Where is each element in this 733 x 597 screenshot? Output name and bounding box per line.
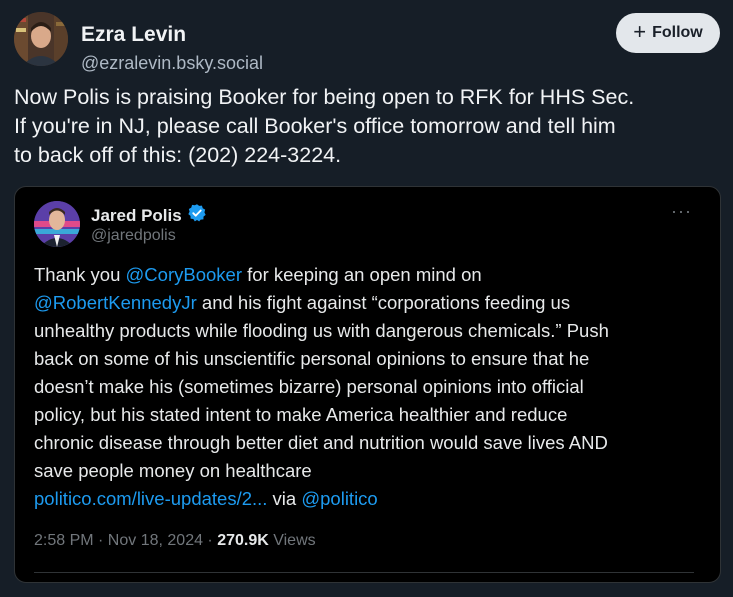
views-label: Views xyxy=(268,532,316,549)
quote-author-name-text: Jared Polis xyxy=(91,205,182,225)
post-text: Now Polis is praising Booker for being o… xyxy=(14,83,719,170)
more-options-icon[interactable]: ··· xyxy=(671,201,692,222)
plus-icon: + xyxy=(633,19,647,44)
quote-body: Thank you @CoryBooker for keeping an ope… xyxy=(34,261,706,513)
quote-author-name[interactable]: Jared Polis xyxy=(91,203,207,228)
views-count: 270.9K xyxy=(217,532,269,549)
post-meta: 2:58 PM · Nov 18, 2024 · 270.9K Views xyxy=(34,532,316,550)
mention-link[interactable]: @RobertKennedyJr xyxy=(34,292,197,313)
post-text-line: Now Polis is praising Booker for being o… xyxy=(14,85,635,109)
quote-line: doesn’t make his (sometimes bizarre) per… xyxy=(34,376,584,397)
author-handle[interactable]: @ezralevin.bsky.social xyxy=(81,53,263,74)
quote-line: chronic disease through better diet and … xyxy=(34,432,608,453)
quote-text: Thank you xyxy=(34,264,126,285)
divider xyxy=(34,572,694,573)
quote-avatar[interactable] xyxy=(34,201,80,247)
post-text-line: If you're in NJ, please call Booker's of… xyxy=(14,114,616,138)
quote-line: back on some of his unscientific persona… xyxy=(34,348,590,369)
follow-label: Follow xyxy=(652,24,703,41)
mention-link[interactable]: @CoryBooker xyxy=(126,264,242,285)
quote-line: Thank you @CoryBooker for keeping an ope… xyxy=(34,261,706,289)
quote-line: policy, but his stated intent to make Am… xyxy=(34,404,568,425)
quote-line: unhealthy products while flooding us wit… xyxy=(34,320,609,341)
verified-icon xyxy=(187,203,207,228)
follow-button[interactable]: + Follow xyxy=(616,13,720,53)
quote-text: for keeping an open mind on xyxy=(242,264,482,285)
post-header: Ezra Levin @ezralevin.bsky.social + Foll… xyxy=(14,12,720,73)
article-link[interactable]: politico.com/live-updates/2... xyxy=(34,488,267,509)
quote-line: politico.com/live-updates/2... via @poli… xyxy=(34,485,706,513)
quote-line: @RobertKennedyJr and his fight against “… xyxy=(34,289,706,317)
avatar[interactable] xyxy=(14,12,68,66)
quote-text: and his fight against “corporations feed… xyxy=(196,292,571,313)
mention-link[interactable]: @politico xyxy=(301,488,377,509)
via-text: via xyxy=(267,488,302,509)
timestamp[interactable]: 2:58 PM · Nov 18, 2024 · xyxy=(34,532,217,549)
quote-author-handle[interactable]: @jaredpolis xyxy=(91,227,176,245)
quote-post-card[interactable]: Jared Polis @jaredpolis ··· Thank you @C… xyxy=(14,186,721,583)
post-text-line: to back off of this: (202) 224-3224. xyxy=(14,143,342,167)
quote-line: save people money on healthcare xyxy=(34,460,312,481)
author-name[interactable]: Ezra Levin xyxy=(81,23,186,47)
